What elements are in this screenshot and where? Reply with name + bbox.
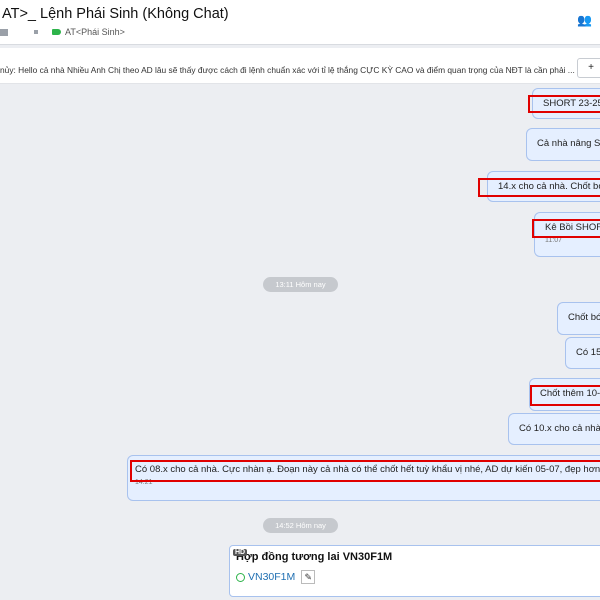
symbol-link[interactable]: VN30F1M <box>248 571 295 583</box>
highlight-box <box>528 95 600 113</box>
contract-card[interactable]: Hợp đồng tương lai VN30F1M HD VN30F1M ✎ <box>229 545 600 597</box>
message-bubble[interactable]: Có 10.x cho cả nhà. <box>508 413 600 445</box>
pin-add-button[interactable]: + <box>577 58 600 78</box>
message-text: Chốt bớ <box>568 312 600 323</box>
chat-subtitle: AT<Phái Sinh> <box>0 26 125 38</box>
message-bubble[interactable]: Có 15. <box>565 337 600 369</box>
group-tag[interactable]: AT<Phái Sinh> <box>65 27 125 37</box>
message-text: Có 15. <box>576 347 600 358</box>
hd-badge: HD <box>233 549 248 556</box>
refresh-icon <box>236 572 245 582</box>
edit-icon[interactable]: ✎ <box>301 570 316 584</box>
pinned-message-text[interactable]: nủy: Hello cả nhà Nhiều Anh Chị theo AD … <box>0 65 575 75</box>
pinned-message-bar[interactable]: nủy: Hello cả nhà Nhiều Anh Chị theo AD … <box>0 48 600 84</box>
date-separator: 13:11 Hôm nay <box>263 277 338 292</box>
tag-icon <box>52 29 61 35</box>
members-icon[interactable]: 👥 <box>577 13 592 27</box>
message-text: Có 10.x cho cả nhà. <box>519 423 600 434</box>
symbol-row[interactable]: VN30F1M ✎ <box>236 570 316 584</box>
avatar-placeholder <box>0 28 8 36</box>
avatar-placeholder <box>34 30 38 34</box>
chat-header: AT>_ Lệnh Phái Sinh (Không Chat) AT<Phái… <box>0 0 600 45</box>
highlight-box <box>530 385 600 406</box>
chat-title: AT>_ Lệnh Phái Sinh (Không Chat) <box>2 6 229 22</box>
message-bubble[interactable]: Chốt bớ <box>557 302 600 335</box>
highlight-box <box>478 178 600 197</box>
message-bubble[interactable]: Cả nhà nâng SL <box>526 128 600 161</box>
highlight-box <box>130 460 600 482</box>
date-separator: 14:52 Hôm nay <box>263 518 338 533</box>
message-text: Cả nhà nâng SL <box>537 138 600 149</box>
card-title: Hợp đồng tương lai VN30F1M <box>236 551 393 563</box>
message-time: 11:07 <box>545 237 562 244</box>
highlight-box <box>532 219 600 238</box>
